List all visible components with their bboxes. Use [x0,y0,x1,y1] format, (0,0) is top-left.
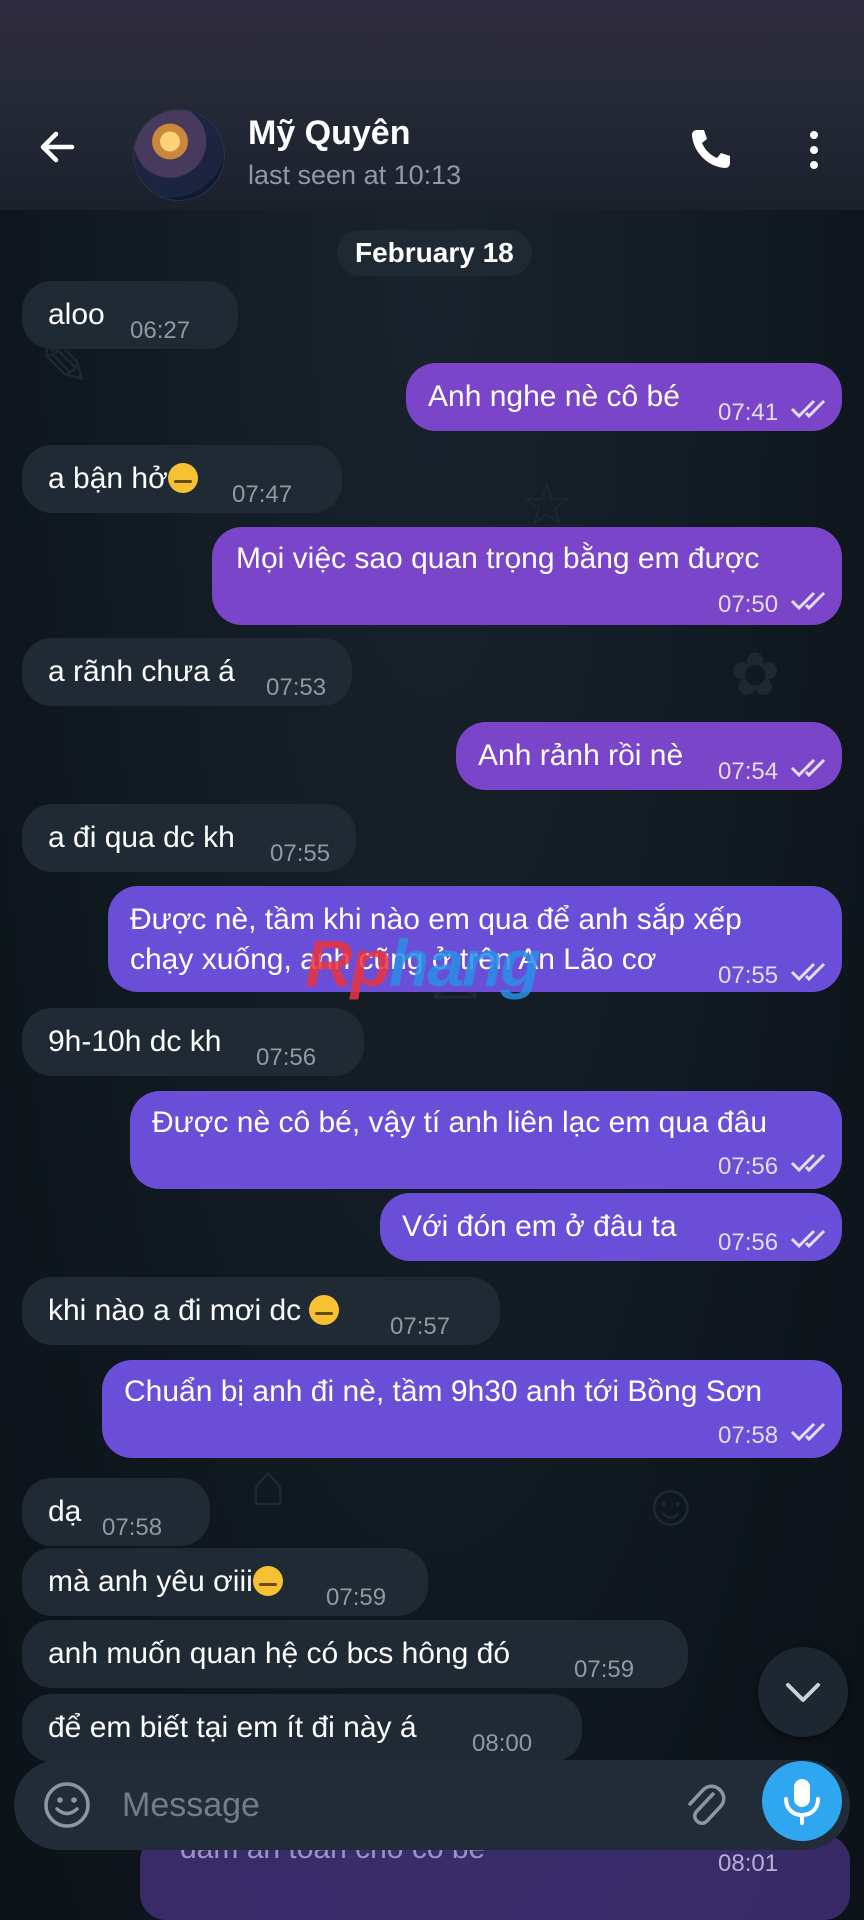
message-incoming[interactable]: a đi qua dc kh 07:55 [22,804,356,872]
message-time: 08:01 [718,1850,779,1877]
message-text: Anh rảnh rồi nè [478,739,684,772]
chat-header: Mỹ Quyên last seen at 10:13 [0,100,864,210]
voice-record-button[interactable] [762,1761,842,1841]
message-text: Với đón em ở đâu ta [402,1210,677,1243]
message-text: Chuẩn bị anh đi nè, tầm 9h30 anh tới Bồn… [124,1375,763,1408]
microphone-icon [784,1779,820,1825]
doodle-pattern: ☺ [640,1471,702,1538]
watermark-logo: Rphang [305,926,541,1000]
smiley-icon[interactable] [42,1780,92,1830]
message-time: 07:53 [266,674,327,701]
message-incoming[interactable]: 9h-10h dc kh 07:56 [22,1008,364,1076]
message-time: 07:58 [718,1422,779,1449]
message-time: 07:56 [256,1044,317,1071]
double-check-icon [790,758,826,778]
message-incoming[interactable]: để em biết tại em ít đi này á 08:00 [22,1694,582,1762]
message-text: Được nè cô bé, vậy tí anh liên lạc em qu… [152,1106,768,1139]
message-input[interactable] [120,1774,684,1836]
message-composer [14,1760,850,1850]
smiling-face-emoji-icon [309,1295,340,1325]
message-text: mà anh yêu ơiii [48,1564,283,1600]
message-incoming[interactable]: a rãnh chưa á 07:53 [22,638,352,706]
message-text: a đi qua dc kh [48,821,235,854]
message-incoming[interactable]: aloo 06:27 [22,281,238,349]
more-vertical-icon[interactable] [796,128,832,172]
message-text: a bận hở [48,461,198,497]
message-time: 07:50 [718,591,779,618]
date-separator: February 18 [337,230,532,276]
message-text: aloo [48,298,105,331]
message-incoming[interactable]: mà anh yêu ơiii 07:59 [22,1548,428,1616]
chevron-down-icon [786,1683,820,1702]
blushing-face-emoji-icon [252,1566,283,1596]
message-time: 07:59 [326,1584,387,1611]
message-time: 07:47 [232,481,293,508]
last-seen-status: last seen at 10:13 [248,160,462,190]
doodle-pattern: ⌂ [250,1451,287,1518]
message-incoming[interactable]: anh muốn quan hệ có bcs hông đó 07:59 [22,1620,688,1688]
message-text: a rãnh chưa á [48,655,235,688]
message-time: 07:56 [718,1229,779,1256]
arrow-left-icon[interactable] [32,122,82,172]
doodle-pattern: ✿ [730,641,781,708]
message-outgoing[interactable]: Với đón em ở đâu ta 07:56 [380,1193,842,1261]
message-time: 07:59 [574,1656,635,1683]
message-time: 06:27 [130,317,191,344]
contact-name[interactable]: Mỹ Quyên [248,114,410,153]
message-outgoing[interactable]: Chuẩn bị anh đi nè, tầm 9h30 anh tới Bồn… [102,1360,842,1458]
double-check-icon [790,399,826,419]
message-time: 07:58 [102,1514,163,1541]
double-check-icon [790,1229,826,1249]
message-text: để em biết tại em ít đi này á [48,1711,417,1744]
message-time: 07:55 [718,962,779,989]
double-check-icon [790,1422,826,1442]
message-incoming[interactable]: a bận hở 07:47 [22,445,342,513]
scroll-to-bottom-button[interactable] [758,1647,848,1737]
message-time: 07:56 [718,1153,779,1180]
avatar[interactable] [133,109,225,201]
message-outgoing[interactable]: Được nè cô bé, vậy tí anh liên lạc em qu… [130,1091,842,1189]
message-time: 08:00 [472,1730,533,1757]
message-text: 9h-10h dc kh [48,1025,222,1058]
message-text: Mọi việc sao quan trọng bằng em được [236,542,760,575]
neutral-face-emoji-icon [167,463,198,493]
double-check-icon [790,962,826,982]
message-text: khi nào a đi mơi dc [48,1293,340,1329]
message-text: Anh nghe nè cô bé [428,380,680,413]
message-time: 07:41 [718,399,779,426]
message-incoming[interactable]: khi nào a đi mơi dc 07:57 [22,1277,500,1345]
double-check-icon [790,591,826,611]
message-outgoing[interactable]: Anh nghe nè cô bé 07:41 [406,363,842,431]
message-outgoing[interactable]: Mọi việc sao quan trọng bằng em được 07:… [212,527,842,625]
message-outgoing[interactable]: Anh rảnh rồi nè 07:54 [456,722,842,790]
double-check-icon [790,1153,826,1173]
message-time: 07:57 [390,1313,451,1340]
message-time: 07:55 [270,840,331,867]
paperclip-icon[interactable] [680,1780,730,1830]
message-text: dạ [48,1495,82,1528]
message-incoming[interactable]: dạ 07:58 [22,1478,210,1546]
phone-icon[interactable] [688,126,734,172]
message-time: 07:54 [718,758,779,785]
message-text: anh muốn quan hệ có bcs hông đó [48,1637,511,1670]
